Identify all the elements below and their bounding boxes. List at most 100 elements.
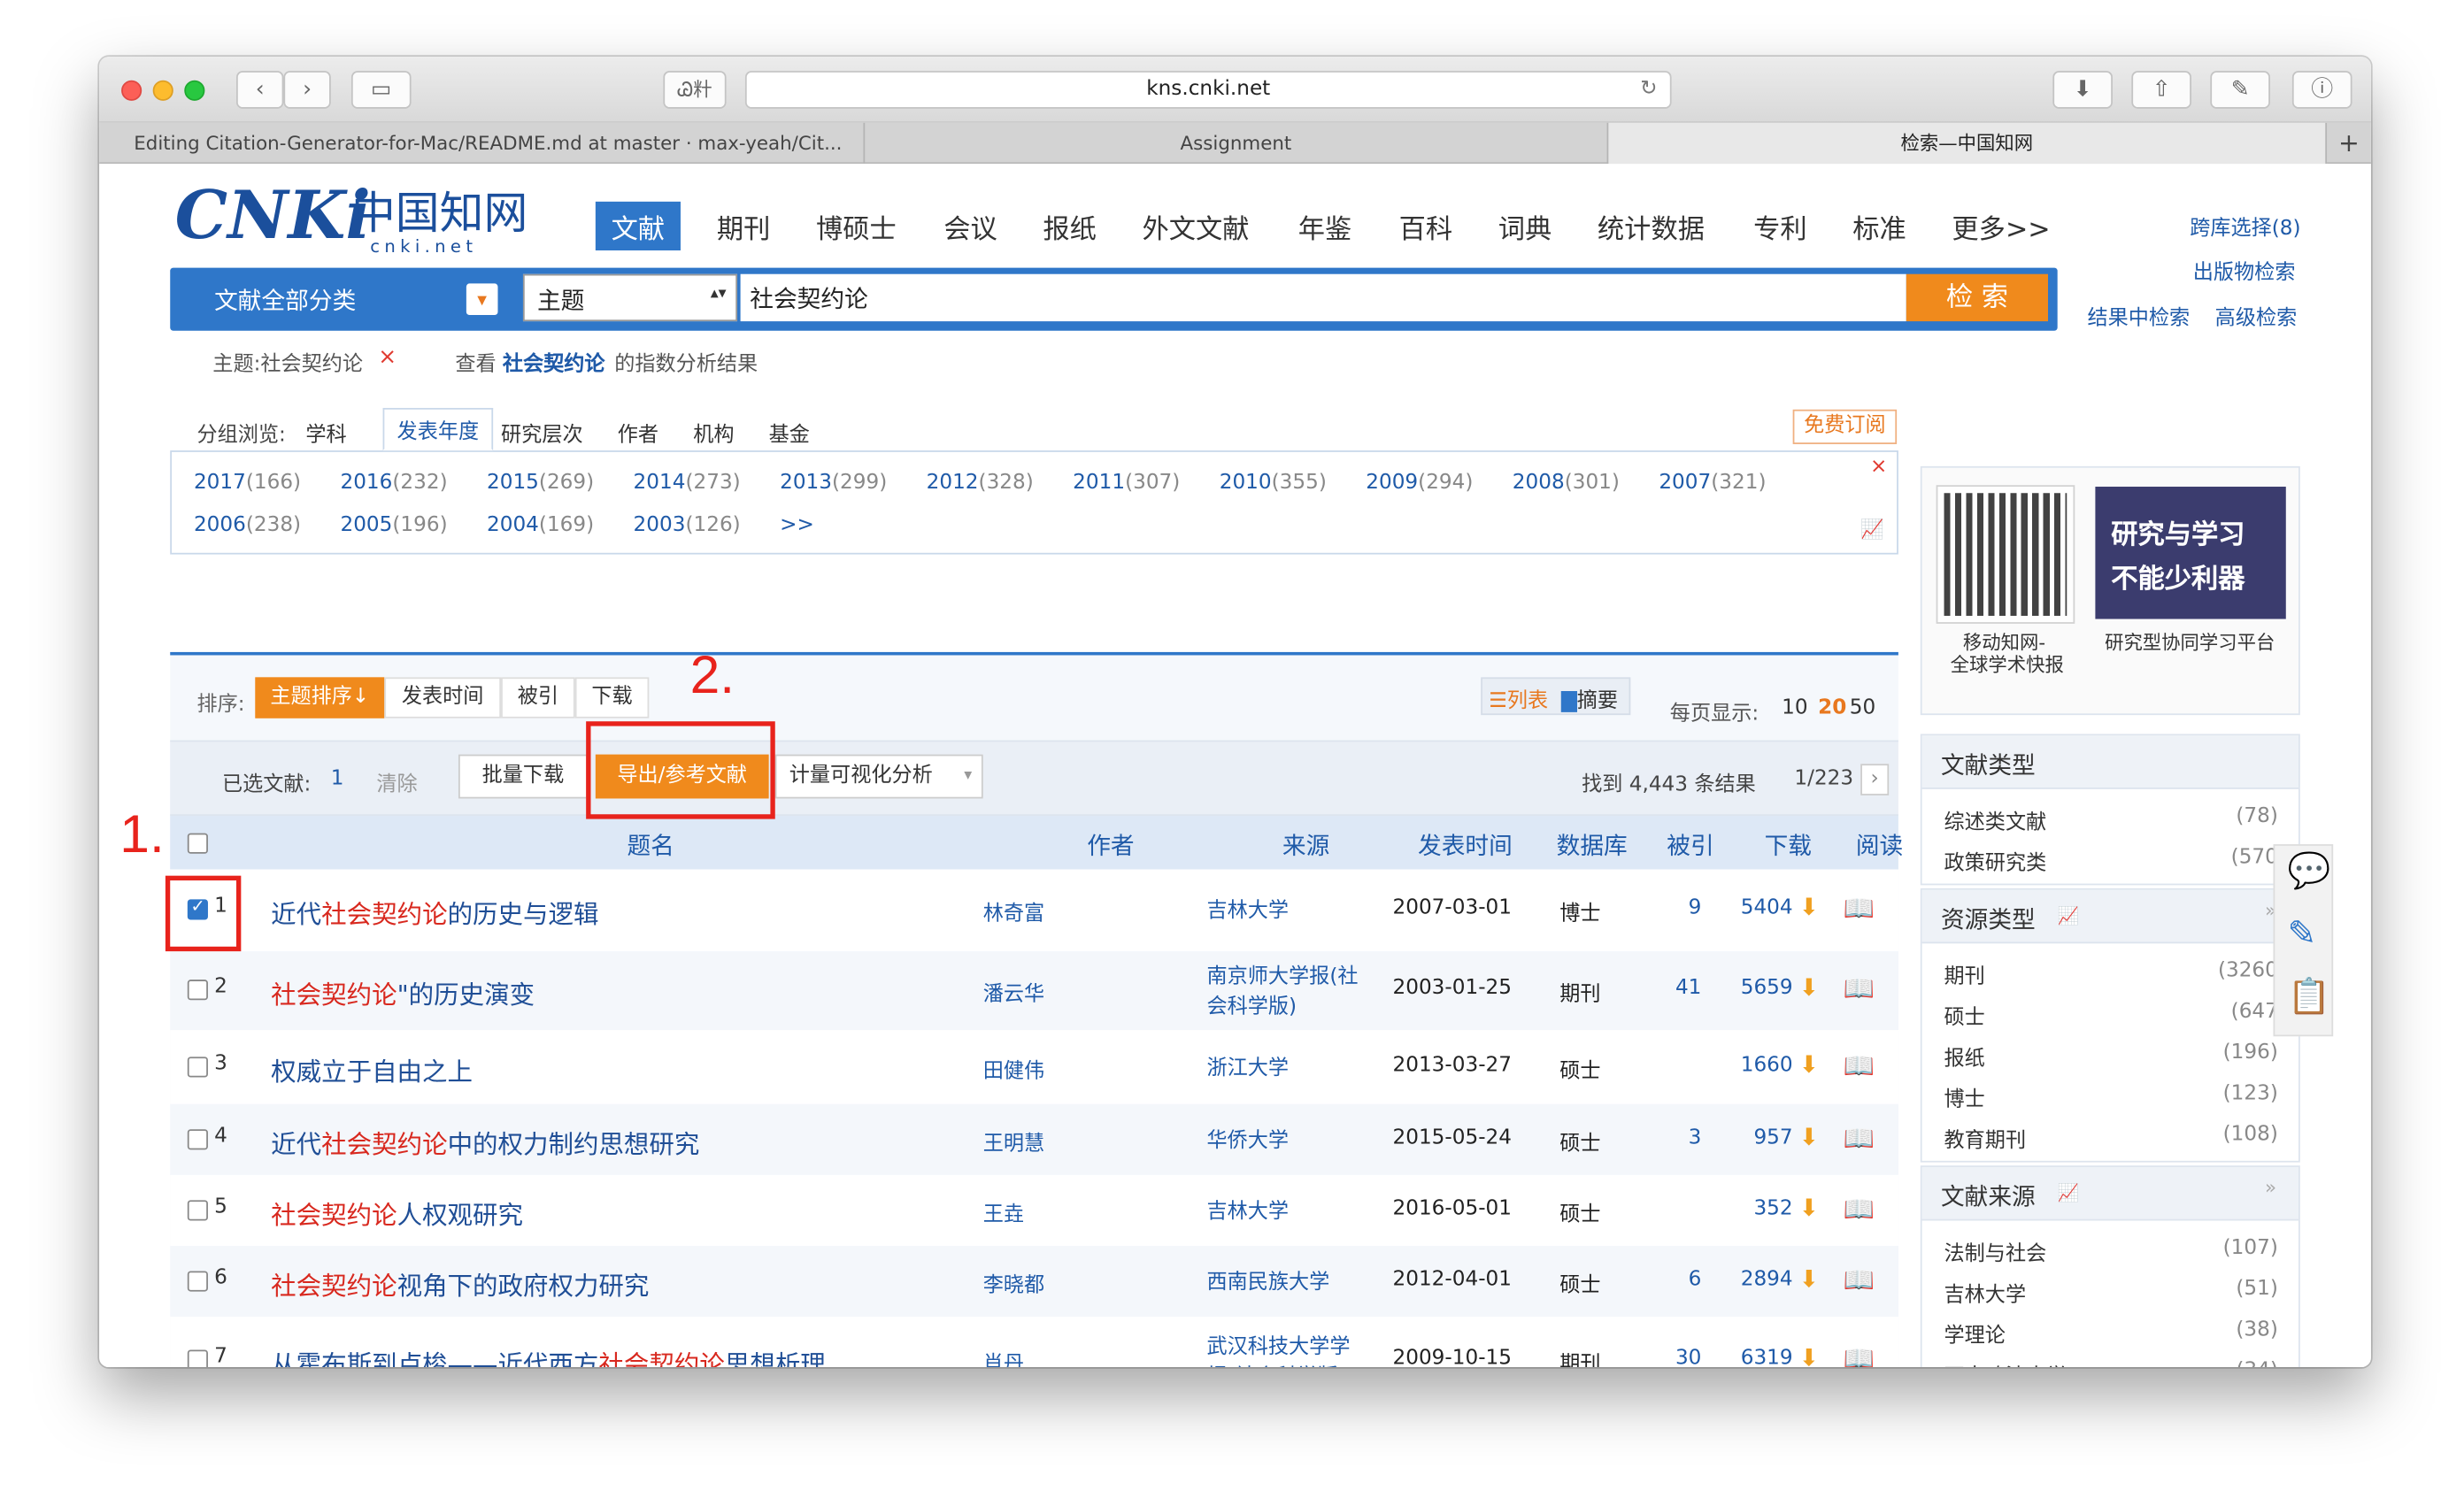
author-link[interactable]: 王垚 bbox=[983, 1196, 1024, 1226]
list-view-button[interactable]: ☰列表 bbox=[1489, 684, 1548, 714]
result-title-link[interactable]: 社会契约论人权观研究 bbox=[271, 1193, 523, 1231]
year-link[interactable]: 2011(307) bbox=[1073, 471, 1180, 495]
download-count[interactable]: 2894 bbox=[1723, 1267, 1793, 1291]
source-link[interactable]: 西南民族大学 bbox=[1206, 1267, 1364, 1297]
search-in-results-link[interactable]: 结果中检索 bbox=[2088, 301, 2191, 331]
sort-option[interactable]: 主题排序↓ bbox=[255, 677, 385, 718]
sidebar-item[interactable]: 硕士 bbox=[1944, 1000, 1985, 1030]
row-checkbox[interactable] bbox=[187, 1270, 208, 1291]
year-link[interactable]: 2013(299) bbox=[780, 471, 887, 495]
nav-tab[interactable]: 统计数据 bbox=[1598, 206, 1705, 246]
cited-count[interactable]: 30 bbox=[1644, 1347, 1701, 1367]
nav-tab[interactable]: 更多>> bbox=[1952, 206, 2050, 246]
read-book-icon[interactable]: 📖 bbox=[1844, 1343, 1875, 1367]
group-tab[interactable]: 学科 bbox=[305, 418, 346, 448]
column-header[interactable]: 作者 bbox=[1087, 828, 1134, 861]
search-button[interactable]: 检 索 bbox=[1906, 273, 2048, 322]
edit-button[interactable]: ✎ bbox=[2210, 71, 2270, 109]
sidebar-header[interactable]: 文献来源 📈 » bbox=[1921, 1166, 2299, 1221]
download-icon[interactable]: ⬇ bbox=[1799, 1049, 1819, 1078]
group-tab[interactable]: 研究层次 bbox=[501, 418, 583, 448]
year-link[interactable]: 2017(166) bbox=[194, 471, 301, 495]
sidebar-button[interactable]: ▭ bbox=[350, 71, 412, 109]
download-count[interactable]: 5659 bbox=[1723, 977, 1793, 1001]
result-title-link[interactable]: 社会契约论"的历史演变 bbox=[271, 973, 535, 1011]
column-header[interactable]: 阅读 bbox=[1856, 828, 1903, 861]
close-icon[interactable]: × bbox=[1870, 455, 1887, 479]
learning-platform-banner[interactable]: 研究与学习 不能少利器 bbox=[2095, 487, 2286, 619]
sort-option[interactable]: 下载 bbox=[574, 677, 650, 718]
year-link[interactable]: 2012(328) bbox=[927, 471, 1034, 495]
column-header[interactable]: 数据库 bbox=[1557, 828, 1628, 861]
chart-icon[interactable]: 📈 bbox=[1860, 519, 1884, 541]
tab-cnki[interactable]: 检索—中国知网 bbox=[1608, 122, 2328, 165]
more-years-link[interactable]: >> bbox=[780, 513, 814, 537]
nav-tab[interactable]: 百科 bbox=[1399, 206, 1453, 246]
cnki-logo[interactable]: CNKi 中国知网 cnki.net bbox=[175, 176, 537, 265]
source-link[interactable]: 吉林大学 bbox=[1206, 896, 1364, 926]
abstract-view-button[interactable]: ▇摘要 bbox=[1561, 684, 1618, 714]
row-checkbox[interactable] bbox=[187, 1056, 208, 1077]
column-header[interactable]: 被引 bbox=[1667, 828, 1713, 861]
tab-readme[interactable]: Editing Citation-Generator-for-Mac/READM… bbox=[99, 122, 866, 165]
address-bar[interactable]: kns.cnki.net ↻ bbox=[744, 71, 1672, 109]
subscribe-button[interactable]: 免费订阅 bbox=[1792, 409, 1898, 444]
category-dropdown-icon[interactable]: ▾ bbox=[466, 283, 498, 315]
close-icon[interactable]: × bbox=[378, 345, 397, 370]
close-window-button[interactable] bbox=[121, 80, 142, 101]
chevron-down-icon[interactable]: » bbox=[2265, 1177, 2276, 1199]
sidebar-header[interactable]: 资源类型 📈» bbox=[1921, 889, 2299, 944]
nav-tab[interactable]: 专利 bbox=[1753, 206, 1807, 246]
year-link[interactable]: 2006(238) bbox=[194, 513, 301, 537]
nav-tab[interactable]: 博硕士 bbox=[816, 206, 897, 246]
field-select[interactable]: 主题 ▴▾ bbox=[522, 273, 738, 322]
download-count[interactable]: 1660 bbox=[1723, 1053, 1793, 1077]
author-link[interactable]: 田健伟 bbox=[983, 1053, 1044, 1083]
forward-button[interactable]: › bbox=[283, 71, 331, 109]
advanced-search-link[interactable]: 高级检索 bbox=[2215, 301, 2298, 331]
per-page-10[interactable]: 10 bbox=[1782, 696, 1807, 720]
source-link[interactable]: 南京师大学报(社会科学版) bbox=[1206, 963, 1364, 1023]
sidebar-item[interactable]: 西南政法大学 bbox=[1944, 1359, 2067, 1367]
source-link[interactable]: 华侨大学 bbox=[1206, 1126, 1364, 1156]
pencil-icon[interactable]: ✎ bbox=[2288, 915, 2317, 955]
cited-count[interactable]: 6 bbox=[1644, 1267, 1702, 1291]
bulk-download-button[interactable]: 批量下载 bbox=[458, 754, 588, 799]
source-link[interactable]: 吉林大学 bbox=[1206, 1196, 1364, 1226]
nav-tab[interactable]: 文献 bbox=[595, 201, 681, 251]
author-link[interactable]: 李晓都 bbox=[983, 1267, 1044, 1297]
read-book-icon[interactable]: 📖 bbox=[1844, 973, 1875, 1003]
sort-option[interactable]: 发表时间 bbox=[384, 677, 502, 718]
cited-count[interactable]: 9 bbox=[1644, 896, 1702, 920]
share-button[interactable]: ⇧ bbox=[2131, 71, 2191, 109]
category-label[interactable]: 文献全部分类 bbox=[214, 283, 356, 316]
nav-tab[interactable]: 外文文献 bbox=[1143, 206, 1250, 246]
column-header[interactable]: 发表时间 bbox=[1418, 828, 1513, 861]
publication-search-link[interactable]: 出版物检索 bbox=[2193, 255, 2296, 285]
new-tab-button[interactable]: + bbox=[2327, 123, 2371, 164]
download-count[interactable]: 5404 bbox=[1723, 896, 1793, 920]
next-page-button[interactable]: › bbox=[1860, 764, 1890, 795]
cited-count[interactable]: 41 bbox=[1644, 977, 1701, 1001]
download-icon[interactable]: ⬇ bbox=[1799, 1264, 1819, 1292]
sort-option[interactable]: 被引 bbox=[501, 677, 575, 718]
sidebar-item[interactable]: 期刊 bbox=[1944, 959, 1985, 989]
viz-analysis-dropdown[interactable]: 计量可视化分析 ▾ bbox=[774, 754, 983, 799]
download-icon[interactable]: ⬇ bbox=[1799, 1193, 1819, 1221]
year-link[interactable]: 2005(196) bbox=[340, 513, 447, 537]
sidebar-item[interactable]: 综述类文献 bbox=[1944, 805, 2047, 835]
group-tab[interactable]: 作者 bbox=[618, 418, 658, 448]
sidebar-item[interactable]: 博士 bbox=[1944, 1082, 1985, 1112]
download-icon[interactable]: ⬇ bbox=[1799, 1122, 1819, 1150]
sidebar-item[interactable]: 报纸 bbox=[1944, 1041, 1985, 1072]
index-analysis-link[interactable]: 社会契约论 bbox=[503, 347, 605, 377]
nav-tab[interactable]: 会议 bbox=[943, 206, 997, 246]
per-page-20[interactable]: 20 bbox=[1818, 696, 1846, 720]
sidebar-item[interactable]: 学理论 bbox=[1944, 1318, 2006, 1348]
row-checkbox[interactable] bbox=[187, 1349, 208, 1368]
info-button[interactable]: ⓘ bbox=[2291, 71, 2352, 109]
sidebar-item[interactable]: 吉林大学 bbox=[1944, 1278, 2027, 1308]
group-tab[interactable]: 基金 bbox=[769, 418, 810, 448]
tab-assignment[interactable]: Assignment bbox=[865, 122, 1609, 165]
result-title-link[interactable]: 权威立于自由之上 bbox=[271, 1049, 473, 1087]
